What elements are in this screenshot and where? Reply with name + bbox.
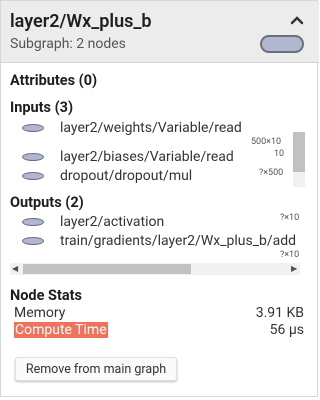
remove-from-main-graph-button[interactable]: Remove from main graph — [15, 357, 177, 381]
input-item[interactable]: layer2/biases/Variable/read — [1, 149, 301, 167]
outputs-scrollbar-thumb[interactable] — [23, 264, 191, 274]
node-stats-heading: Node Stats — [10, 287, 82, 304]
node-title: layer2/Wx_plus_b — [10, 11, 152, 32]
op-node-icon — [22, 237, 44, 245]
op-node-icon — [22, 172, 44, 180]
op-node-icon — [22, 153, 44, 161]
memory-value: 3.91 KB — [255, 305, 304, 321]
output-label[interactable]: train/gradients/layer2/Wx_plus_b/add — [60, 233, 296, 249]
chevron-up-icon — [290, 16, 304, 25]
input-label[interactable]: layer2/biases/Variable/read — [60, 149, 234, 165]
memory-row: Memory 3.91 KB — [14, 305, 304, 323]
output-shape: ?×10 — [280, 213, 300, 223]
output-item[interactable]: layer2/activation — [1, 214, 301, 232]
compute-time-label: Compute Time — [14, 322, 108, 338]
node-shape-icon — [260, 35, 304, 53]
inputs-scrollbar-thumb[interactable] — [293, 132, 305, 172]
outputs-heading: Outputs (2) — [10, 194, 84, 211]
op-node-icon — [22, 218, 44, 226]
input-label[interactable]: dropout/dropout/mul — [60, 168, 192, 184]
output-label[interactable]: layer2/activation — [60, 214, 164, 230]
input-item[interactable]: layer2/weights/Variable/read — [1, 120, 301, 138]
input-shape: 500×10 — [251, 137, 282, 147]
collapse-button[interactable] — [287, 11, 307, 31]
output-shape: ?×10 — [280, 250, 300, 260]
input-shape: ?×500 — [259, 168, 284, 178]
input-label[interactable]: layer2/weights/Variable/read — [60, 120, 242, 136]
scroll-left-icon[interactable]: ◀ — [12, 265, 18, 273]
output-item[interactable]: train/gradients/layer2/Wx_plus_b/add — [1, 233, 301, 251]
op-node-icon — [22, 124, 44, 132]
subgraph-info: Subgraph: 2 nodes — [10, 36, 126, 52]
panel-header: layer2/Wx_plus_b Subgraph: 2 nodes — [1, 1, 319, 63]
inputs-heading: Inputs (3) — [10, 99, 74, 116]
compute-time-value: 56 µs — [269, 322, 304, 338]
input-item[interactable]: dropout/dropout/mul — [1, 168, 301, 186]
compute-time-row: Compute Time 56 µs — [14, 322, 304, 340]
attributes-heading: Attributes (0) — [10, 72, 98, 89]
memory-label: Memory — [14, 305, 66, 321]
node-info-panel: layer2/Wx_plus_b Subgraph: 2 nodes Attri… — [0, 0, 319, 397]
scroll-right-icon[interactable]: ▶ — [291, 265, 297, 273]
